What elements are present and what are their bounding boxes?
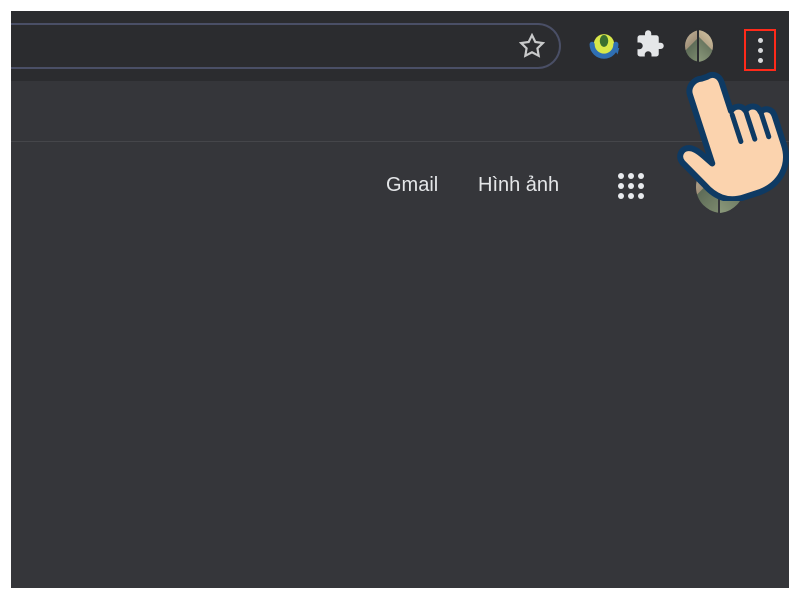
- google-account-avatar[interactable]: [694, 159, 750, 215]
- address-bar[interactable]: [11, 23, 561, 69]
- extensions-icon[interactable]: [635, 29, 669, 63]
- chrome-menu-button[interactable]: [744, 29, 776, 71]
- browser-toolbar: [11, 11, 789, 81]
- gmail-link[interactable]: Gmail: [386, 174, 438, 197]
- toolbar-separator: [11, 141, 789, 142]
- google-apps-icon[interactable]: [618, 173, 644, 199]
- idm-extension-icon[interactable]: [587, 29, 621, 63]
- star-icon[interactable]: [519, 33, 545, 59]
- browser-window: Gmail Hình ảnh: [11, 11, 789, 588]
- profile-avatar-icon[interactable]: [683, 28, 719, 64]
- images-link[interactable]: Hình ảnh: [478, 174, 559, 197]
